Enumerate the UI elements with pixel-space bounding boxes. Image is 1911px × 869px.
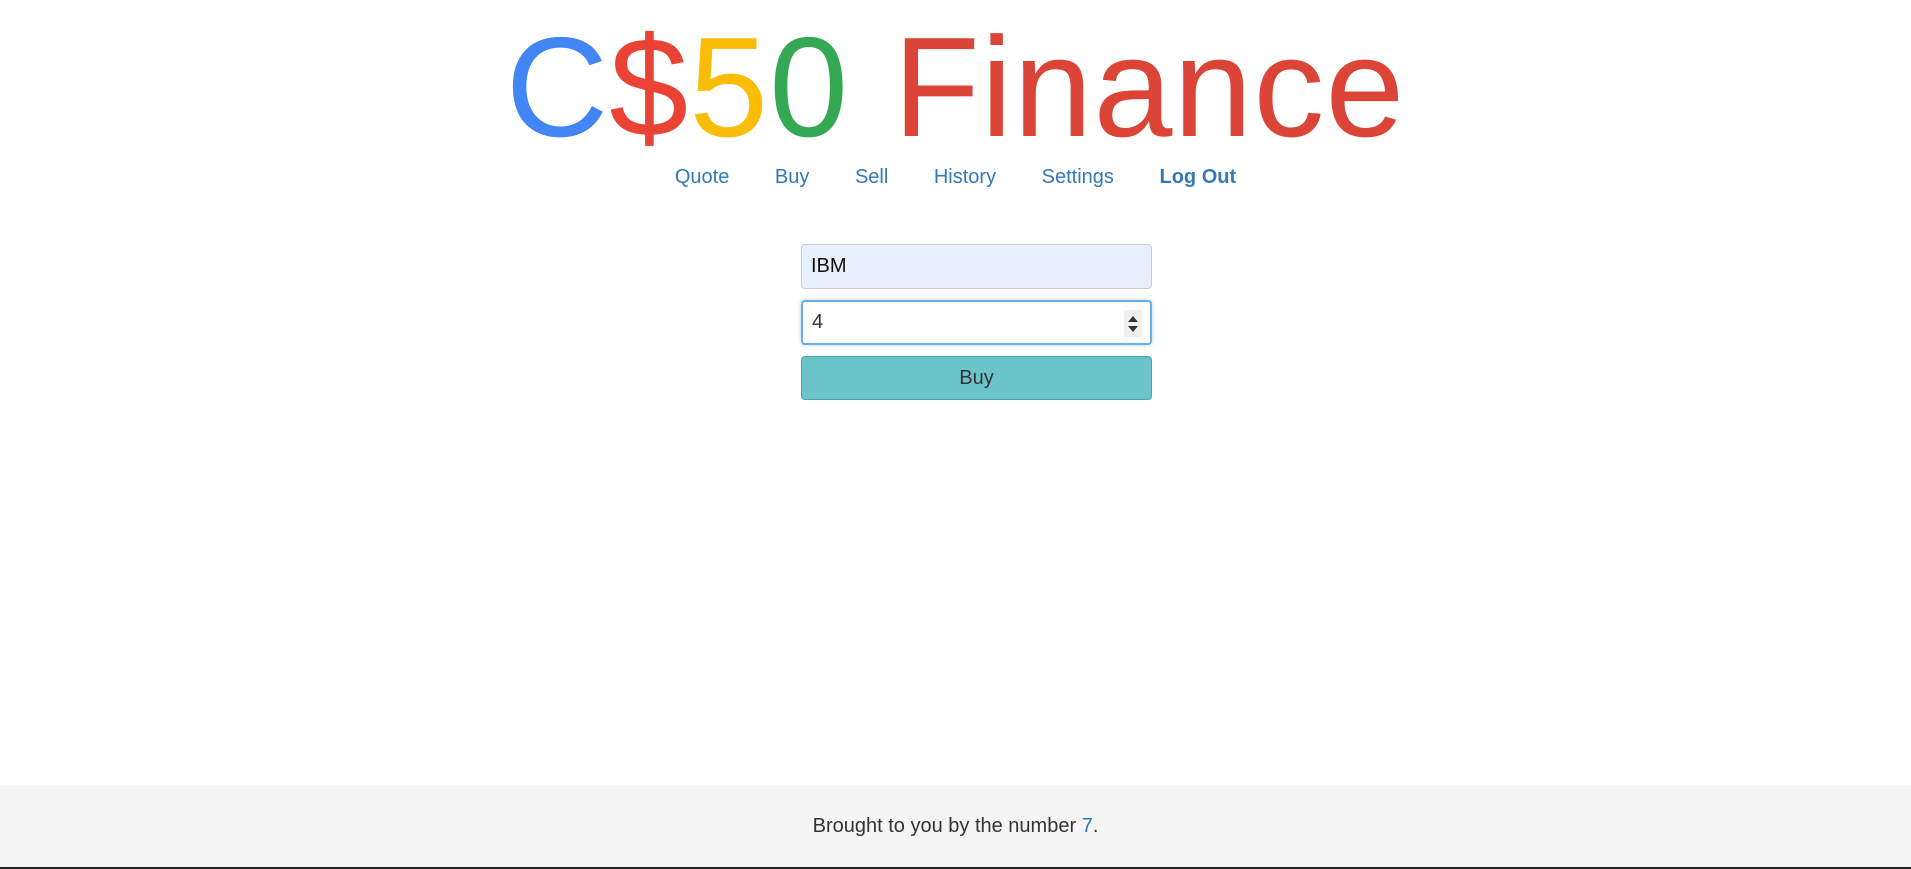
footer: Brought to you by the number 7. xyxy=(0,785,1911,867)
symbol-input-value: IBM xyxy=(811,255,847,277)
nav-link-settings[interactable]: Settings xyxy=(1042,163,1114,191)
logo-letter-0: 0 xyxy=(769,8,850,167)
logo: C$50 Finance xyxy=(0,8,1911,168)
nav-link-history[interactable]: History xyxy=(934,163,996,191)
nav-link-log-out[interactable]: Log Out xyxy=(1159,163,1236,191)
nav-link-quote[interactable]: Quote xyxy=(675,163,729,191)
shares-input-value: 4 xyxy=(812,311,824,333)
logo-letter-5: 5 xyxy=(689,8,770,167)
logo-letter-dollar: $ xyxy=(609,8,690,167)
footer-number-link[interactable]: 7 xyxy=(1082,815,1093,837)
stepper-down-icon[interactable] xyxy=(1128,325,1138,332)
symbol-input[interactable]: IBM xyxy=(801,244,1152,289)
main-nav: Quote Buy Sell History Settings Log Out xyxy=(0,163,1911,191)
nav-link-buy[interactable]: Buy xyxy=(775,163,809,191)
stepper-up-icon[interactable] xyxy=(1128,315,1138,322)
page: C$50 Finance Quote Buy Sell History Setti… xyxy=(0,0,1911,869)
footer-text: Brought to you by the number xyxy=(812,815,1082,837)
nav-link-sell[interactable]: Sell xyxy=(855,163,888,191)
buy-form: IBM 4 Buy xyxy=(801,244,1152,400)
footer-period: . xyxy=(1092,815,1099,837)
shares-stepper[interactable] xyxy=(1124,310,1142,337)
buy-button[interactable]: Buy xyxy=(801,356,1152,400)
shares-input[interactable]: 4 xyxy=(801,300,1152,345)
logo-letter-c: C xyxy=(505,8,610,167)
logo-word-finance: Finance xyxy=(893,8,1406,167)
